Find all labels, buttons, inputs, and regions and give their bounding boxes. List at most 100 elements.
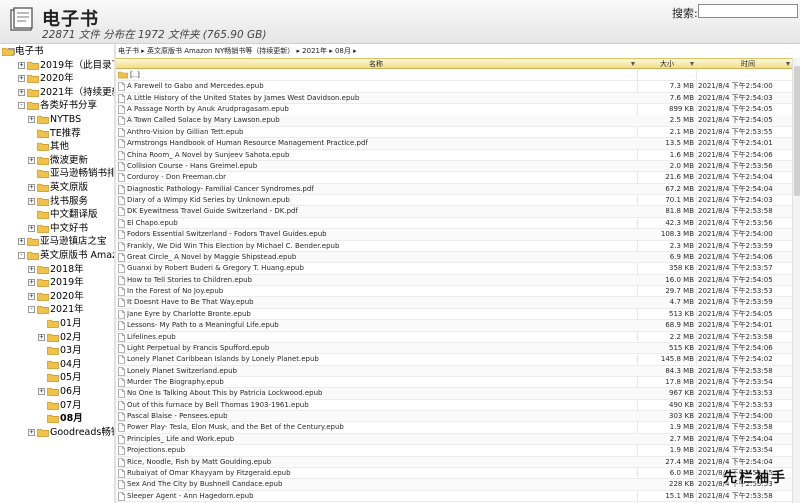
file-name-link[interactable]: Lifelines.epub (127, 332, 176, 343)
file-row[interactable]: Jane Eyre by Charlotte Bronte.epub 513 KB… (116, 309, 800, 321)
expand-toggle-icon[interactable]: + (38, 333, 45, 341)
tree-item[interactable]: + Goodreads畅销书 (2, 426, 114, 440)
file-row[interactable]: Diary of a Wimpy Kid Series by Unknown.e… (116, 195, 800, 207)
tree-item[interactable]: - 各类好书分享 (2, 99, 114, 113)
file-name-link[interactable]: In the Forest of No Joy.epub (127, 286, 223, 297)
collapse-toggle-icon[interactable]: - (18, 252, 25, 259)
file-name-link[interactable]: DK Eyewitness Travel Guide Switzerland -… (127, 206, 298, 217)
tree-item[interactable]: 03月 (2, 344, 114, 358)
expand-toggle-icon[interactable]: + (18, 61, 25, 69)
file-name-link[interactable]: Pascal Blaise - Pensees.epub (127, 411, 228, 422)
file-name-link[interactable]: Principles_ Life and Work.epub (127, 434, 234, 445)
file-row[interactable]: Projections.epub 1.9 MB 2021/8/4 下午2:53:54 (116, 445, 800, 457)
tree-item[interactable]: - 2021年 (2, 303, 114, 317)
file-name-link[interactable]: Projections.epub (127, 445, 185, 456)
file-name-link[interactable]: China Room_ A Novel by Sunjeev Sahota.ep… (127, 150, 289, 161)
file-name-link[interactable]: Lonely Planet Switzerland.epub (127, 366, 237, 377)
file-name-link[interactable]: A Little History of the United States by… (127, 93, 359, 104)
breadcrumb[interactable]: 电子书 ▸ 英文原版书 Amazon NY畅销书等（持续更新） ▸ 2021年 … (118, 46, 357, 56)
sort-name-icon[interactable] (631, 62, 635, 66)
file-row[interactable]: Pascal Blaise - Pensees.epub 303 KB 2021/8… (116, 411, 800, 423)
file-name-link[interactable]: Frankly, We Did Win This Election by Mic… (127, 241, 339, 252)
file-row[interactable]: Rubaiyat of Omar Khayyam by Fitzgerald.e… (116, 468, 800, 480)
file-name-link[interactable]: Guanxi by Robert Buderi & Gregory T. Hua… (127, 263, 304, 274)
file-name-link[interactable]: A Town Called Solace by Mary Lawson.epub (127, 115, 280, 126)
file-row[interactable]: Great Circle_ A Novel by Maggie Shipstea… (116, 251, 800, 264)
expand-toggle-icon[interactable]: + (28, 292, 35, 300)
file-row[interactable]: It Doesnt Have to Be That Way.epub 4.7 MB… (116, 297, 800, 309)
file-row[interactable]: Out of this furnace by Bell Thomas 1903-… (116, 400, 800, 412)
expand-toggle-icon[interactable]: + (18, 75, 25, 83)
collapse-toggle-icon[interactable]: - (28, 306, 35, 314)
tree-item[interactable]: +2019年 (2, 276, 114, 290)
expand-toggle-icon[interactable]: + (28, 197, 35, 205)
expand-toggle-icon[interactable]: + (28, 184, 35, 191)
column-header-size[interactable]: 大小 (638, 59, 696, 69)
search-input[interactable] (698, 4, 798, 18)
scrollbar-thumb[interactable] (794, 66, 800, 196)
tree-item[interactable]: + 亚马逊镇店之宝 (2, 235, 114, 249)
file-name-link[interactable]: No One Is Talking About This by Patricia… (127, 388, 323, 399)
file-row[interactable]: A Farewell to Gabo and Mercedes.epub 7.3 … (116, 81, 800, 93)
file-name-link[interactable]: Collision Course - Hans Greimel.epub (127, 161, 257, 172)
tree-item[interactable]: TE推荐 (2, 127, 114, 141)
file-name-link[interactable]: Great Circle_ A Novel by Maggie Shipstea… (127, 252, 296, 263)
file-row[interactable]: Guanxi by Robert Buderi & Gregory T. Hua… (116, 263, 800, 275)
tree-item[interactable]: +2018年 (2, 263, 114, 277)
file-row[interactable]: A Little History of the United States by… (116, 92, 800, 105)
file-name-link[interactable]: How to Tell Stories to Children.epub (127, 275, 252, 286)
tree-item[interactable]: + 微波更新 (2, 154, 114, 168)
file-name-link[interactable]: A Farewell to Gabo and Mercedes.epub (127, 81, 264, 92)
file-row[interactable]: In the Forest of No Joy.epub 29.7 MB 2021/… (116, 286, 800, 298)
file-row[interactable]: Anthro-Vision by Gillian Tett.epub 2.1 MB… (116, 127, 800, 139)
tree-item[interactable]: 04月 (2, 358, 114, 372)
tree-item[interactable]: 亚马逊畅销书排行 (2, 167, 114, 181)
file-name-link[interactable]: Armstrongs Handbook of Human Resource Ma… (127, 138, 368, 149)
expand-toggle-icon[interactable]: + (38, 388, 45, 395)
tree-item[interactable]: +2020年 (2, 290, 114, 304)
file-row[interactable]: El Chapo.epub 42.3 MB 2021/8/4 下午2:53:56 (116, 218, 800, 230)
file-row[interactable]: Sex And The City by Bushnell Candace.epu… (116, 479, 800, 491)
tree-item[interactable]: +2020年 (2, 72, 114, 86)
expand-toggle-icon[interactable]: + (28, 224, 35, 232)
expand-toggle-icon[interactable]: + (18, 238, 25, 246)
file-row[interactable]: Rice, Noodle, Fish by Matt Goulding.epub… (116, 456, 800, 468)
tree-item[interactable]: 其他 (2, 140, 114, 154)
tree-item[interactable]: 中文翻译版 (2, 208, 114, 222)
file-row[interactable]: A Town Called Solace by Mary Lawson.epub… (116, 115, 800, 127)
file-row[interactable]: Collision Course - Hans Greimel.epub 2.0 … (116, 160, 800, 173)
file-name-link[interactable]: El Chapo.epub (127, 218, 178, 229)
file-row[interactable]: Principles_ Life and Work.epub 2.7 MB 2021… (116, 433, 800, 446)
file-row[interactable]: A Passage North by Anuk Arudpragasam.epu… (116, 104, 800, 116)
tree-item[interactable]: +06月 (2, 385, 114, 399)
file-row[interactable]: Light Perpetual by Francis Spufford.epub… (116, 342, 800, 355)
file-row[interactable]: How to Tell Stories to Children.epub 16.0… (116, 274, 800, 287)
file-name-link[interactable]: Sex And The City by Bushnell Candace.epu… (127, 479, 282, 490)
expand-toggle-icon[interactable]: + (18, 88, 25, 96)
file-name-link[interactable]: Lessons- My Path to a Meaningful Life.ep… (127, 320, 279, 331)
file-name-link[interactable]: Light Perpetual by Francis Spufford.epub (127, 343, 269, 354)
sort-time-icon[interactable] (786, 62, 790, 66)
tree-item[interactable]: -电子书 (2, 45, 114, 59)
tree-item[interactable]: + NYTBS (2, 113, 114, 127)
column-header-time[interactable]: 时间 (698, 59, 798, 69)
sort-size-icon[interactable] (690, 62, 694, 66)
file-row[interactable]: Lonely Planet Caribbean Islands by Lonel… (116, 354, 800, 366)
file-name-link[interactable]: Diary of a Wimpy Kid Series by Unknown.e… (127, 195, 290, 206)
file-row[interactable]: Frankly, We Did Win This Election by Mic… (116, 241, 800, 252)
tree-item[interactable]: +2021年（持续更新） (2, 86, 114, 100)
file-row[interactable]: Diagnostic Pathology- Familial Cancer Sy… (116, 183, 800, 196)
tree-item[interactable]: + 找书服务 (2, 195, 114, 209)
file-row[interactable]: Lessons- My Path to a Meaningful Life.ep… (116, 320, 800, 332)
file-row[interactable]: No One Is Talking About This by Patricia… (116, 388, 800, 400)
file-name-link[interactable]: Rubaiyat of Omar Khayyam by Fitzgerald.e… (127, 468, 291, 479)
expand-toggle-icon[interactable]: + (28, 279, 35, 287)
tree-item[interactable]: 01月 (2, 317, 114, 331)
file-name-link[interactable]: Murder The Biography.epub (127, 377, 224, 388)
file-name-link[interactable]: A Passage North by Anuk Arudpragasam.epu… (127, 104, 289, 115)
tree-item[interactable]: 08月 (2, 412, 114, 426)
file-name-link[interactable]: Corduroy - Don Freeman.cbr (127, 172, 226, 183)
file-row[interactable]: DK Eyewitness Travel Guide Switzerland -… (116, 206, 800, 218)
file-name-link[interactable]: Lonely Planet Caribbean Islands by Lonel… (127, 354, 319, 365)
file-name-link[interactable]: Out of this furnace by Bell Thomas 1903-… (127, 400, 309, 411)
